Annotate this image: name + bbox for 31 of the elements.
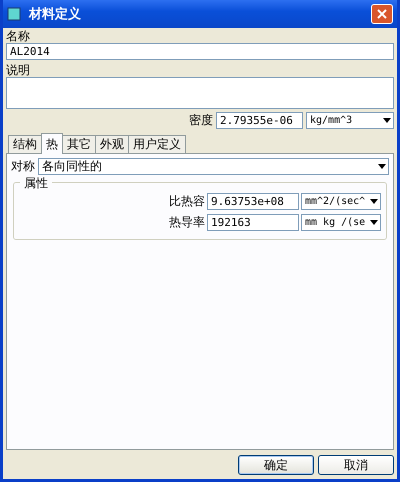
input-field[interactable]: AL2014: [6, 43, 394, 60]
tab[interactable]: 其它: [62, 135, 96, 154]
dropdown[interactable]: kg/mm^3: [306, 112, 394, 129]
field-label: 对称: [11, 160, 35, 173]
close-button[interactable]: [371, 4, 393, 24]
dropdown[interactable]: mm^2/(sec^: [301, 193, 381, 210]
dropdown-arrow-icon[interactable]: [383, 118, 391, 123]
dropdown-arrow-icon[interactable]: [370, 220, 378, 225]
close-icon: [377, 9, 387, 19]
dropdown-arrow-icon[interactable]: [370, 199, 378, 204]
field-label: 说明: [6, 64, 31, 77]
dropdown[interactable]: 各向同性的: [38, 158, 389, 175]
field-label: 热导率: [169, 216, 205, 229]
group-title: 属性: [20, 175, 52, 192]
field-label: 密度: [189, 114, 213, 127]
dropdown[interactable]: mm kg /(se: [301, 214, 381, 231]
dialog-button[interactable]: 确定: [238, 455, 314, 475]
tab[interactable]: 热: [41, 133, 63, 154]
dropdown-arrow-icon[interactable]: [378, 164, 386, 169]
input-field[interactable]: 192163: [207, 214, 299, 231]
dialog-button[interactable]: 取消: [318, 455, 394, 475]
input-field[interactable]: 2.79355e-06: [216, 112, 303, 129]
text-area[interactable]: [6, 77, 394, 109]
tab[interactable]: 结构: [8, 135, 42, 154]
input-field[interactable]: 9.63753e+08: [207, 193, 299, 210]
tab[interactable]: 外观: [95, 135, 129, 154]
window-icon: [7, 7, 21, 21]
field-label: 比热容: [169, 195, 205, 208]
tab[interactable]: 用户定义: [128, 135, 186, 154]
window-title: 材料定义: [29, 6, 82, 23]
field-label: 名称: [6, 30, 31, 43]
